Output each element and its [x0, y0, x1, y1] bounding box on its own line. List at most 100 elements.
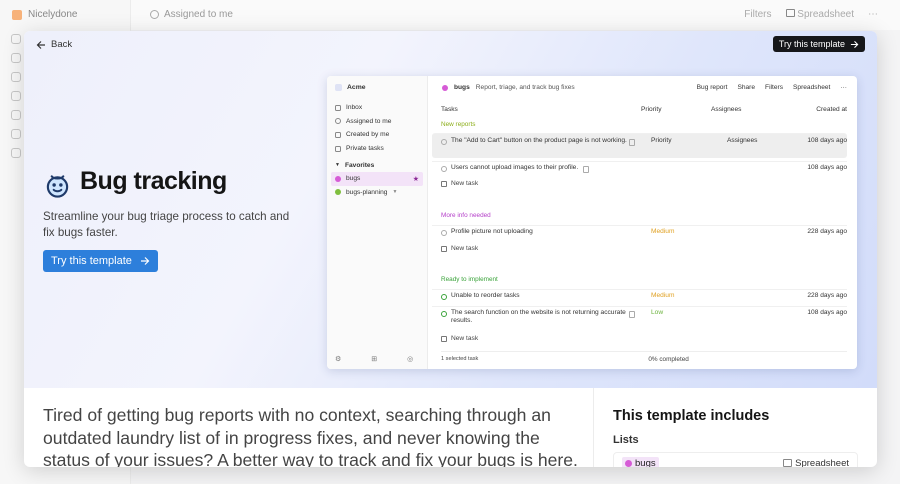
status-icon — [441, 311, 447, 317]
doc-icon — [629, 139, 635, 146]
try-template-button-top[interactable]: Try this template — [772, 36, 865, 52]
preview-column-headers: Tasks Priority Assignees Created at — [441, 104, 847, 115]
template-hero: Back Try this template Bug tracking Stre… — [24, 31, 877, 388]
assigned-icon[interactable] — [11, 72, 21, 82]
new-task-button: New task — [441, 335, 478, 342]
plus-icon — [441, 180, 447, 187]
group-ready: Ready to implement — [441, 276, 498, 283]
status-icon — [441, 294, 447, 300]
preview-fav-bugs-planning: bugs-planning ▼ — [335, 186, 425, 200]
template-preview: Acme Inbox Assigned to me Created by me … — [327, 76, 857, 369]
grid-icon[interactable] — [11, 148, 21, 158]
back-button[interactable]: Back — [36, 39, 72, 50]
preview-main: bugs Report, triage, and track bug fixes… — [428, 76, 857, 369]
try-template-button[interactable]: Try this template — [43, 250, 158, 272]
preview-action: Filters — [765, 84, 783, 91]
plus-icon — [441, 335, 447, 342]
selected-count: 1 selected task — [441, 356, 479, 362]
table-row: The "Add to Cart" button on the product … — [432, 133, 847, 158]
preview-footer: 1 selected task 0% completed — [441, 351, 847, 363]
includes-title: This template includes — [613, 408, 770, 424]
column-assignees: Assignees — [711, 106, 742, 113]
arrow-right-icon — [140, 257, 150, 265]
group-new-reports: New reports — [441, 121, 476, 128]
preview-action: Bug report — [696, 84, 728, 91]
lock-icon[interactable] — [11, 110, 21, 120]
workspace-logo — [335, 84, 342, 91]
more-icon: ··· — [840, 84, 847, 91]
preview-list-title: bugs — [454, 84, 470, 91]
view-title: Assigned to me — [150, 9, 233, 20]
bug-icon — [625, 459, 632, 467]
bug-icon — [46, 175, 69, 198]
user-icon — [335, 131, 341, 138]
template-modal: Back Try this template Bug tracking Stre… — [24, 31, 877, 467]
lists-label: Lists — [613, 434, 639, 446]
spreadsheet-icon — [783, 459, 793, 467]
caret-down-icon: ▼ — [335, 162, 340, 169]
list-card-bugs[interactable]: bugs Spreadsheet — [613, 452, 858, 467]
bug-icon — [442, 84, 448, 91]
table-row: Unable to reorder tasks Medium 228 days … — [432, 289, 847, 303]
inbox-icon — [335, 104, 341, 111]
preview-nav-created: Created by me — [335, 128, 425, 142]
preview-nav-inbox: Inbox — [335, 101, 425, 115]
plus-icon: ⊞ — [371, 356, 378, 363]
arrow-left-icon — [36, 40, 45, 49]
spreadsheet-button[interactable]: Spreadsheet — [785, 9, 854, 20]
column-priority: Priority — [641, 106, 662, 113]
preview-workspace: Acme — [335, 84, 366, 91]
preview-action: Share — [737, 84, 756, 91]
sidebar-icons — [11, 34, 21, 158]
doc-icon — [583, 166, 590, 173]
assigned-icon — [150, 10, 159, 19]
filters-button[interactable]: Filters — [744, 9, 771, 20]
preview-actions: Bug report Share Filters Spreadsheet ··· — [697, 84, 847, 91]
gear-icon: ⚙ — [335, 356, 342, 363]
new-task-button: New task — [441, 245, 478, 252]
completed-percent: 0% completed — [648, 356, 689, 363]
search-icon[interactable] — [11, 34, 21, 44]
help-icon: ◎ — [407, 356, 414, 363]
bug-icon — [335, 189, 341, 196]
workspace-logo — [12, 9, 22, 20]
preview-favorites: ▼ Favorites — [335, 161, 375, 169]
bug-icon — [335, 175, 341, 182]
preview-nav: Inbox Assigned to me Created by me Priva… — [331, 101, 425, 200]
template-title: Bug tracking — [80, 167, 227, 195]
star-icon: ★ — [412, 175, 419, 183]
spreadsheet-icon — [785, 9, 795, 17]
table-row: The search function on the website is no… — [432, 306, 847, 328]
plus-icon — [441, 245, 447, 252]
preview-fav-bugs: bugs ★ — [331, 171, 423, 186]
new-task-button: New task — [441, 180, 478, 187]
topbar-actions: Filters Spreadsheet ⋯ — [744, 9, 878, 20]
preview-list-desc: Report, triage, and track bug fixes — [475, 84, 575, 91]
list-icon[interactable] — [11, 129, 21, 139]
assigned-icon — [335, 118, 341, 125]
arrow-right-icon — [850, 40, 859, 48]
template-subtitle: Streamline your bug triage process to ca… — [43, 210, 290, 239]
table-row: Users cannot upload images to their prof… — [432, 161, 847, 175]
preview-nav-assigned: Assigned to me — [335, 115, 425, 129]
caret-down-icon: ▼ — [392, 189, 398, 196]
group-more-info: More info needed — [441, 212, 491, 219]
template-includes: This template includes Lists bugs Spread… — [593, 388, 877, 467]
preview-sidebar-footer: ⚙ ⊞ ◎ — [335, 355, 413, 363]
status-icon — [441, 166, 447, 172]
preview-action: Spreadsheet — [793, 84, 831, 91]
inbox-icon[interactable] — [11, 53, 21, 63]
workspace-switcher[interactable]: Nicelydone — [12, 9, 77, 20]
column-created: Created at — [816, 106, 847, 113]
more-icon[interactable]: ⋯ — [868, 9, 878, 20]
table-row: Profile picture not uploading Medium 228… — [432, 225, 847, 239]
status-icon — [441, 230, 447, 236]
workspace-name: Nicelydone — [28, 9, 78, 20]
template-description: Tired of getting bug reports with no con… — [43, 405, 578, 467]
preview-header: bugs Report, triage, and track bug fixes… — [442, 84, 847, 91]
user-icon[interactable] — [11, 91, 21, 101]
list-view: Spreadsheet — [783, 458, 849, 467]
list-name-chip: bugs — [622, 456, 659, 467]
status-icon — [441, 139, 447, 145]
column-tasks: Tasks — [441, 106, 458, 113]
